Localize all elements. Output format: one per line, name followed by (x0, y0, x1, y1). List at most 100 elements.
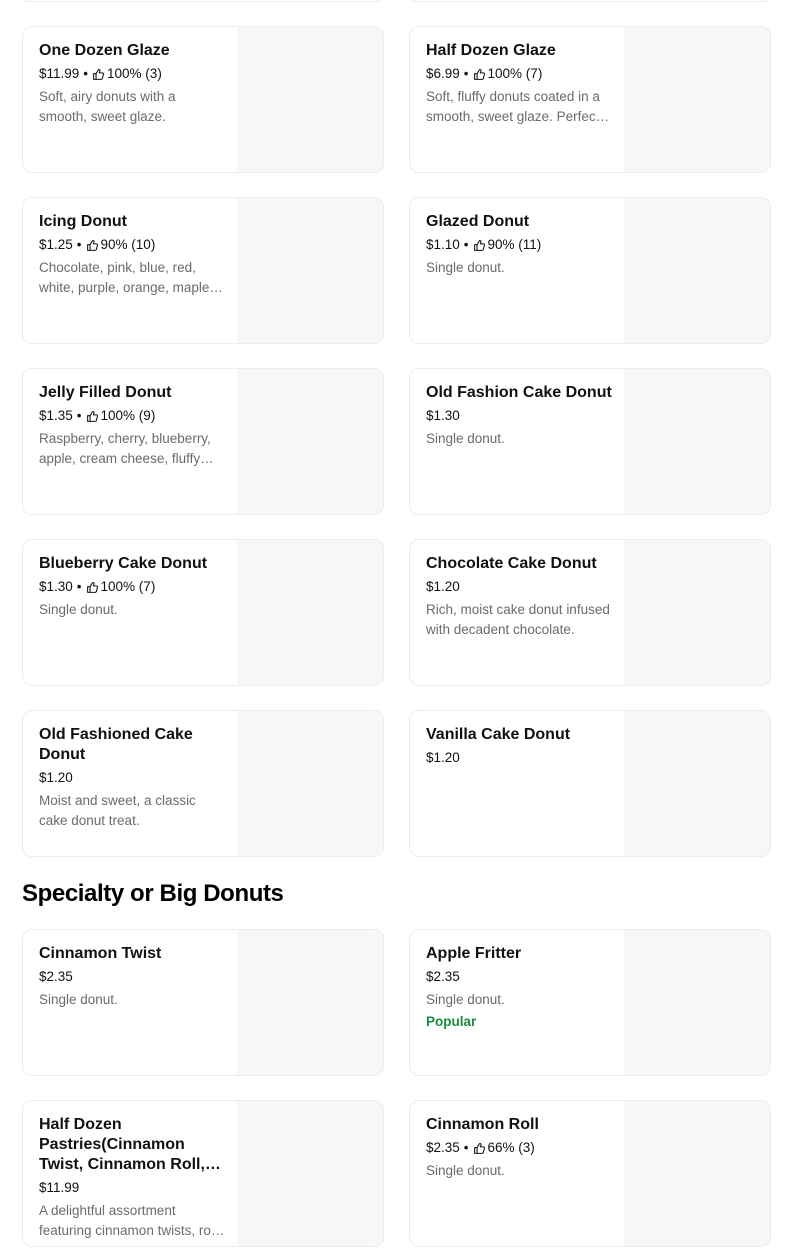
menu-item-price: $1.20 (426, 750, 460, 765)
menu-item-price: $1.35 (39, 408, 73, 423)
menu-item-name: Cinnamon Roll (426, 1116, 539, 1133)
menu-item-info: Cinnamon Roll $2.35 • 66% (3) Single donut. (426, 1115, 612, 1181)
menu-item-price: $1.10 (426, 237, 460, 252)
menu-item-rating: 100% (3) (107, 66, 162, 81)
menu-item-meta: $1.20 (426, 749, 612, 767)
menu-item-meta: $1.10 • 90% (11) (426, 236, 612, 254)
menu-item-description: Single donut. (39, 602, 118, 617)
menu-item-description: Single donut. (426, 1163, 505, 1178)
menu-item-image (624, 711, 770, 856)
menu-item-image (237, 198, 383, 343)
menu-item-card-half-dozen-glaze[interactable]: Half Dozen Glaze $6.99 • 100% (7) Soft, fluf… (409, 26, 771, 173)
menu-item-card-one-dozen-glaze[interactable]: One Dozen Glaze $11.99 • 100% (3) Soft, airy… (22, 26, 384, 173)
menu-item-info: Jelly Filled Donut $1.35 • 100% (9) Raspberr… (39, 383, 225, 469)
thumbs-up-icon (86, 581, 99, 594)
menu-item-info: Blueberry Cake Donut $1.30 • 100% (7) Single… (39, 554, 225, 620)
menu-item-description: A delightful assortment featuring cinnam… (39, 1203, 224, 1238)
separator-dot: • (76, 237, 82, 252)
menu-item-price: $1.20 (426, 579, 460, 594)
menu-item-meta: $1.30 (426, 407, 612, 425)
menu-item-price: $2.35 (39, 969, 73, 984)
menu-item-name: Jelly Filled Donut (39, 384, 172, 401)
menu-item-description: Single donut. (426, 260, 505, 275)
separator-dot: • (76, 408, 82, 423)
menu-item-card-vanilla-cake-donut[interactable]: Vanilla Cake Donut $1.20 (409, 710, 771, 857)
menu-item-description: Moist and sweet, a classic cake donut tr… (39, 793, 196, 828)
menu-item-meta: $1.20 (426, 578, 612, 596)
menu-item-price: $1.30 (426, 408, 460, 423)
menu-item-description: Single donut. (426, 992, 505, 1007)
menu-item-meta: $6.99 • 100% (7) (426, 65, 612, 83)
menu-item-price: $1.30 (39, 579, 73, 594)
menu-item-description: Single donut. (426, 431, 505, 446)
menu-item-rating: 66% (3) (487, 1140, 535, 1155)
menu-item-card-old-fashioned-cake-donut[interactable]: Old Fashioned Cake Donut $1.20 Moist and s… (22, 710, 384, 857)
menu-item-image (237, 711, 383, 856)
section-title: Specialty or Big Donuts (22, 880, 284, 907)
menu-item-description: Rich, moist cake donut infused with deca… (426, 602, 610, 637)
menu-item-name: Half Dozen Pastries(Cinnamon Twist, Cinn… (39, 1116, 205, 1173)
menu-item-description: Raspberry, cherry, blueberry, apple, cre… (39, 431, 211, 466)
menu-item-info: One Dozen Glaze $11.99 • 100% (3) Soft, airy… (39, 41, 225, 127)
menu-item-rating: 90% (11) (487, 237, 542, 252)
menu-item-info: Glazed Donut $1.10 • 90% (11) Single donut. (426, 212, 612, 278)
menu-item-price: $2.35 (426, 969, 460, 984)
menu-item-name: Glazed Donut (426, 213, 530, 230)
thumbs-up-icon (473, 1142, 486, 1155)
menu-item-rating: 100% (7) (100, 579, 156, 594)
menu-item-card-jelly-filled-donut[interactable]: Jelly Filled Donut $1.35 • 100% (9) Raspberr… (22, 368, 384, 515)
menu-item-card-old-fashion-cake-donut[interactable]: Old Fashion Cake Donut $1.30 Single donut. (409, 368, 771, 515)
menu-item-image (624, 198, 770, 343)
menu-item-card-icing-donut[interactable]: Icing Donut $1.25 • 90% (10) Chocolate, pink… (22, 197, 384, 344)
menu-item-info: Apple Fritter $2.35 Single donut. Popular (426, 944, 612, 1032)
menu-item-card-half-dozen-pastries-cinnamon-twist-cinna[interactable]: Half Dozen Pastries(Cinnamon Twist, Cinn… (22, 1100, 384, 1247)
menu-item-name: Half Dozen Glaze (426, 42, 556, 59)
separator-dot: • (463, 1140, 469, 1155)
menu-item-meta: $1.25 • 90% (10) (39, 236, 225, 254)
menu-item-meta: $2.35 (39, 968, 225, 986)
separator-dot: • (463, 237, 469, 252)
menu-item-name: Blueberry Cake Donut (39, 555, 208, 572)
menu-item-meta: $11.99 (39, 1179, 225, 1197)
menu-item-image (237, 369, 383, 514)
menu-item-image (237, 540, 383, 685)
menu-item-name: Cinnamon Twist (39, 945, 162, 962)
menu-item-image (237, 1101, 383, 1246)
menu-item-description: Soft, fluffy donuts coated in a smooth, … (426, 89, 600, 124)
menu-item-price: $1.20 (39, 770, 73, 785)
menu-item-card-chocolate-cake-donut[interactable]: Chocolate Cake Donut $1.20 Rich, moist cak… (409, 539, 771, 686)
menu-item-card-blueberry-cake-donut[interactable]: Blueberry Cake Donut $1.30 • 100% (7) Single… (22, 539, 384, 686)
menu-item-card-cinnamon-twist[interactable]: Cinnamon Twist $2.35 Single donut. (22, 929, 384, 1076)
previous-card-edge (409, 0, 770, 2)
menu-item-image (624, 1101, 770, 1246)
menu-item-name: Apple Fritter (426, 945, 522, 962)
menu-item-name: Vanilla Cake Donut (426, 726, 571, 743)
menu-item-price: $2.35 (426, 1140, 460, 1155)
menu-item-info: Half Dozen Glaze $6.99 • 100% (7) Soft, fluf… (426, 41, 612, 127)
menu-item-name: Icing Donut (39, 213, 127, 230)
menu-item-meta: $2.35 (426, 968, 612, 986)
previous-card-edge (22, 0, 383, 2)
thumbs-up-icon (473, 68, 486, 81)
menu-item-info: Old Fashioned Cake Donut $1.20 Moist and s… (39, 725, 225, 831)
menu-item-image (624, 27, 770, 172)
menu-item-name: Old Fashioned Cake Donut (39, 726, 193, 763)
menu-item-price: $6.99 (426, 66, 460, 81)
menu-item-card-apple-fritter[interactable]: Apple Fritter $2.35 Single donut. Popular (409, 929, 771, 1076)
menu-item-description: Soft, airy donuts with a smooth, sweet g… (39, 89, 176, 124)
menu-item-meta: $1.35 • 100% (9) (39, 407, 225, 425)
menu-item-meta: $2.35 • 66% (3) (426, 1139, 612, 1157)
menu-item-info: Cinnamon Twist $2.35 Single donut. (39, 944, 225, 1010)
menu-item-info: Icing Donut $1.25 • 90% (10) Chocolate, pink… (39, 212, 225, 298)
menu-item-price: $11.99 (39, 66, 80, 81)
menu-item-meta: $11.99 • 100% (3) (39, 65, 225, 83)
separator-dot: • (463, 66, 469, 81)
menu-item-meta: $1.20 (39, 769, 225, 787)
menu-item-info: Vanilla Cake Donut $1.20 (426, 725, 612, 767)
menu-item-card-cinnamon-roll[interactable]: Cinnamon Roll $2.35 • 66% (3) Single donut. (409, 1100, 771, 1247)
menu-item-meta: $1.30 • 100% (7) (39, 578, 225, 596)
separator-dot: • (83, 66, 89, 81)
thumbs-up-icon (473, 239, 486, 252)
menu-item-card-glazed-donut[interactable]: Glazed Donut $1.10 • 90% (11) Single donut. (409, 197, 771, 344)
menu-item-image (624, 540, 770, 685)
